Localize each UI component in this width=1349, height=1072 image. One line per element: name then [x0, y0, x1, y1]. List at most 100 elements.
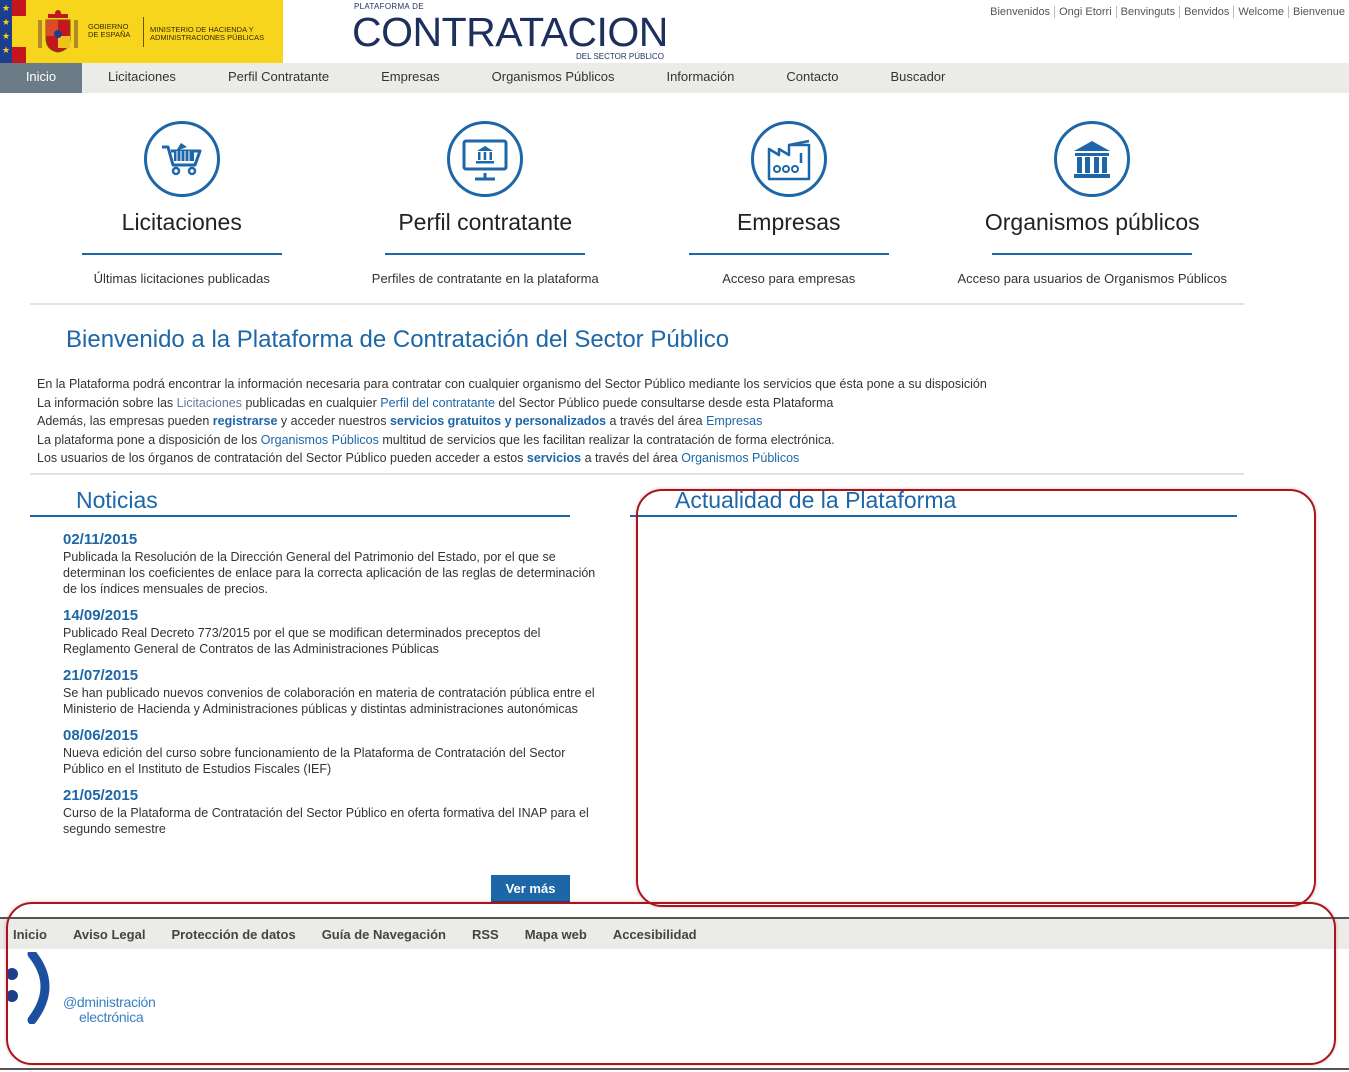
footer-aviso-legal[interactable]: Aviso Legal: [60, 927, 158, 942]
news-date[interactable]: 02/11/2015: [63, 531, 608, 549]
actualidad-title: Actualidad de la Plataforma: [675, 487, 957, 513]
news-text: Nueva edición del curso sobre funcionami…: [63, 746, 566, 776]
plataforma-logo-main: CONTRATACION: [352, 9, 668, 55]
nav-informacion[interactable]: Información: [640, 63, 760, 93]
nav-buscador[interactable]: Buscador: [864, 63, 971, 93]
flag-icon: ★ ★ ★ ★: [0, 0, 26, 63]
text: a través del área: [606, 414, 707, 429]
nav-contacto[interactable]: Contacto: [760, 63, 864, 93]
institution-icon[interactable]: [1054, 121, 1131, 197]
footer-rss[interactable]: RSS: [459, 927, 512, 942]
divider: [385, 253, 586, 255]
shopping-cart-icon[interactable]: [143, 121, 220, 197]
service-description: Acceso para empresas: [722, 271, 856, 286]
gobierno-logo[interactable]: ★ ★ ★ ★ Gobierno de España Ministerio de Ha…: [0, 0, 283, 63]
ministerio-label: Ministerio de Hacienda y Administracione…: [150, 24, 265, 42]
lang-ca[interactable]: Benvinguts: [1115, 6, 1179, 18]
list-item: 21/05/2015 Curso de la Plataforma de Con…: [63, 787, 608, 837]
welcome-line-5: Los usuarios de los órganos de contratac…: [37, 449, 1237, 468]
divider: [992, 253, 1193, 255]
service-perfil-contratante[interactable]: Perfil contratante Perfiles de contratan…: [334, 93, 638, 303]
text: del Sector Público puede consultarse des…: [494, 395, 834, 410]
annotation-highlight: [636, 489, 1316, 907]
service-title[interactable]: Empresas: [637, 209, 941, 236]
service-organismos-publicos[interactable]: Organismos públicos Acceso para usuarios…: [941, 93, 1245, 303]
news-title: Noticias: [76, 487, 158, 513]
text: La información sobre las: [37, 395, 177, 410]
lang-gl[interactable]: Benvidos: [1179, 6, 1233, 18]
link-organismos-publicos[interactable]: Organismos Públicos: [261, 433, 379, 447]
text: y acceder nuestros: [277, 414, 390, 429]
footer-guia-navegacion[interactable]: Guía de Navegación: [309, 927, 459, 942]
nav-inicio[interactable]: Inicio: [0, 63, 82, 93]
news-date[interactable]: 08/06/2015: [63, 727, 608, 745]
service-description: Perfiles de contratante en la plataforma: [371, 271, 599, 286]
welcome-line-4: La plataforma pone a disposición de los …: [37, 431, 1237, 450]
welcome-line-1: En la Plataforma podrá encontrar la info…: [37, 377, 987, 391]
text: multitud de servicios que les facilitan …: [378, 432, 835, 447]
service-description: Últimas licitaciones publicadas: [93, 271, 270, 286]
footer-navigation: Inicio Aviso Legal Protección de datos G…: [0, 919, 1349, 949]
news-date[interactable]: 21/05/2015: [63, 787, 608, 805]
text: a través del área: [581, 451, 682, 466]
link-registrarse[interactable]: registrarse: [213, 414, 278, 428]
main-navigation: Inicio Licitaciones Perfil Contratante E…: [0, 63, 1349, 93]
news-list: 02/11/2015 Publicada la Resolución de la…: [63, 531, 608, 847]
gobierno-label: Gobierno de España: [88, 16, 144, 47]
service-description: Acceso para usuarios de Organismos Públi…: [957, 271, 1228, 286]
text: publicadas en cualquier: [241, 395, 381, 410]
footer-inicio[interactable]: Inicio: [0, 927, 60, 942]
welcome-line-2: La información sobre las Licitaciones pu…: [37, 394, 1237, 413]
footer-mapa-web[interactable]: Mapa web: [512, 927, 600, 942]
coat-of-arms-icon: [38, 9, 78, 53]
lang-es[interactable]: Bienvenidos: [986, 6, 1054, 18]
administracion-electronica-logo[interactable]: @dministración electrónica: [0, 952, 170, 1032]
lang-eu[interactable]: Ongi Etorri: [1054, 6, 1116, 18]
administracion-electronica-text: @dministración electrónica: [63, 995, 156, 1025]
news-text: Publicada la Resolución de la Dirección …: [63, 550, 596, 596]
language-selector: Bienvenidos Ongi Etorri Benvinguts Benvi…: [986, 6, 1349, 18]
nav-perfil-contratante[interactable]: Perfil Contratante: [202, 63, 355, 93]
ver-mas-button[interactable]: Ver más: [491, 875, 570, 904]
nav-empresas[interactable]: Empresas: [355, 63, 466, 93]
divider: [0, 1068, 1349, 1070]
services-section: Licitaciones Últimas licitaciones public…: [30, 93, 1244, 305]
news-date[interactable]: 14/09/2015: [63, 607, 608, 625]
nav-licitaciones[interactable]: Licitaciones: [82, 63, 202, 93]
link-empresas[interactable]: Empresas: [706, 414, 762, 428]
logo-text-line: electrónica: [79, 1009, 144, 1025]
footer-accesibilidad[interactable]: Accesibilidad: [600, 927, 710, 942]
nav-organismos-publicos[interactable]: Organismos Públicos: [466, 63, 641, 93]
link-perfil-contratante[interactable]: Perfil del contratante: [380, 396, 495, 410]
plataforma-logo-sub: DEL SECTOR PÚBLICO: [575, 52, 664, 61]
header: ★ ★ ★ ★ Gobierno de España Ministerio de Ha…: [0, 0, 1349, 63]
news-text: Curso de la Plataforma de Contratación d…: [63, 806, 589, 836]
welcome-title: Bienvenido a la Plataforma de Contrataci…: [66, 326, 730, 353]
service-title[interactable]: Licitaciones: [30, 209, 334, 236]
monitor-icon[interactable]: [447, 121, 524, 197]
divider: [81, 253, 282, 255]
lang-fr[interactable]: Bienvenue: [1288, 6, 1349, 18]
news-date[interactable]: 21/07/2015: [63, 667, 608, 685]
service-licitaciones[interactable]: Licitaciones Últimas licitaciones public…: [30, 93, 334, 303]
text: Además, las empresas pueden: [37, 414, 213, 429]
link-licitaciones[interactable]: Licitaciones: [177, 396, 242, 410]
logo-text-line: @dministración: [63, 994, 156, 1010]
service-title[interactable]: Perfil contratante: [334, 209, 638, 236]
list-item: 21/07/2015 Se han publicado nuevos conve…: [63, 667, 608, 717]
factory-icon[interactable]: [750, 121, 827, 197]
link-organismos-publicos-2[interactable]: Organismos Públicos: [681, 451, 799, 465]
link-servicios-gratuitos[interactable]: servicios gratuitos y personalizados: [390, 414, 606, 428]
lang-en[interactable]: Welcome: [1233, 6, 1288, 18]
welcome-text: En la Plataforma podrá encontrar la info…: [37, 375, 1237, 468]
footer-proteccion-datos[interactable]: Protección de datos: [158, 927, 308, 942]
news-text: Publicado Real Decreto 773/2015 por el q…: [63, 626, 541, 656]
link-servicios[interactable]: servicios: [527, 451, 581, 465]
list-item: 14/09/2015 Publicado Real Decreto 773/20…: [63, 607, 608, 657]
actualidad-header: Actualidad de la Plataforma: [630, 487, 1237, 517]
plataforma-logo[interactable]: PLATAFORMA DE CONTRATACION DEL SECTOR PÚ…: [352, 2, 668, 62]
service-title[interactable]: Organismos públicos: [941, 209, 1245, 236]
smiley-icon: [6, 952, 50, 1024]
service-empresas[interactable]: Empresas Acceso para empresas: [637, 93, 941, 303]
text: Los usuarios de los órganos de contratac…: [37, 451, 527, 466]
